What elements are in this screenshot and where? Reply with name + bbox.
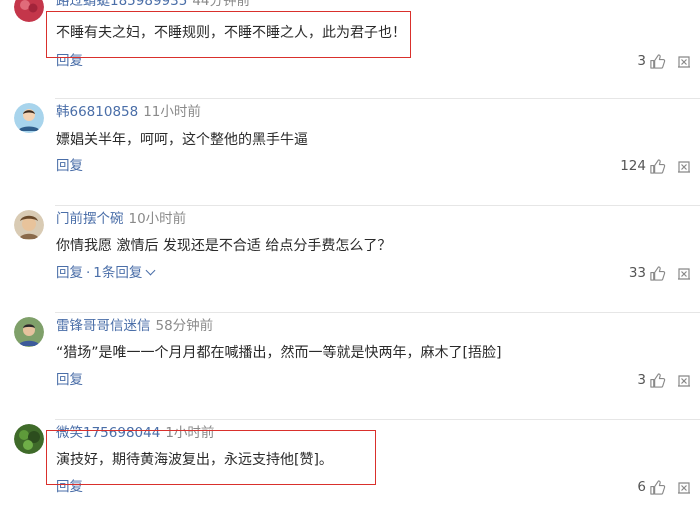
- user-avatar[interactable]: [14, 317, 44, 347]
- view-replies-label: 1条回复: [93, 265, 143, 281]
- comment-actions: 回复: [56, 157, 83, 175]
- thumbs-up-icon: [650, 265, 666, 281]
- view-replies-button[interactable]: 1条回复: [93, 265, 156, 281]
- highlight-box: [46, 11, 411, 58]
- comment-text: “猎场”是唯一一个月月都在喊播出，然而一等就是快两年，麻木了[捂脸]: [56, 345, 502, 361]
- thumbs-up-icon: [650, 479, 666, 495]
- like-count: 3: [637, 53, 646, 69]
- comment-time: 44分钟前: [192, 0, 250, 9]
- comment-time: 11小时前: [143, 104, 201, 120]
- like-button[interactable]: 6: [637, 478, 666, 496]
- user-avatar[interactable]: [14, 424, 44, 454]
- report-icon: [678, 268, 690, 280]
- user-avatar[interactable]: [14, 210, 44, 240]
- report-icon: [678, 375, 690, 387]
- report-button[interactable]: [677, 159, 691, 173]
- comment-item: 门前摆个碗 10小时前 你情我愿 激情后 发现还是不合适 给点分手费怎么了？ 回复…: [0, 206, 700, 313]
- like-count: 3: [637, 372, 646, 388]
- highlight-box: [46, 430, 376, 485]
- like-count: 6: [637, 479, 646, 495]
- like-button[interactable]: 124: [620, 157, 666, 175]
- comment-meta: 雷锋哥哥信迷信 58分钟前: [56, 317, 213, 335]
- comment-item: 韩66810858 11小时前 嫖娼关半年，呵呵，这个整他的黑手牛逼 回复 124: [0, 99, 700, 206]
- reply-button[interactable]: 回复: [56, 158, 83, 174]
- like-button[interactable]: 33: [629, 264, 666, 282]
- comment-text: 嫖娼关半年，呵呵，这个整他的黑手牛逼: [56, 132, 308, 148]
- username-link[interactable]: 韩66810858: [56, 104, 138, 120]
- separator-dot: ·: [86, 265, 91, 281]
- like-count: 33: [628, 265, 646, 281]
- thumbs-up-icon: [650, 158, 666, 174]
- report-button[interactable]: [677, 480, 691, 494]
- comment-text: 你情我愿 激情后 发现还是不合适 给点分手费怎么了？: [56, 238, 392, 254]
- thumbs-up-icon: [650, 372, 666, 388]
- report-icon: [678, 482, 690, 494]
- user-avatar[interactable]: [14, 0, 44, 22]
- thumbs-up-icon: [650, 53, 666, 69]
- like-button[interactable]: 3: [637, 371, 666, 389]
- comment-actions: 回复: [56, 371, 83, 389]
- username-link[interactable]: 雷锋哥哥信迷信: [56, 318, 151, 334]
- report-button[interactable]: [677, 266, 691, 280]
- reply-button[interactable]: 回复: [56, 372, 83, 388]
- comment-meta: 门前摆个碗 10小时前: [56, 210, 186, 228]
- chevron-down-icon: [145, 265, 156, 276]
- report-button[interactable]: [677, 54, 691, 68]
- like-button[interactable]: 3: [637, 52, 666, 70]
- comment-time: 10小时前: [128, 211, 187, 227]
- report-icon: [678, 56, 690, 68]
- like-count: 124: [620, 158, 646, 174]
- comment-meta: 韩66810858 11小时前: [56, 103, 201, 121]
- report-icon: [678, 161, 690, 173]
- username-link[interactable]: 路过蜻蜓185989935: [56, 0, 187, 9]
- username-link[interactable]: 门前摆个碗: [56, 211, 124, 227]
- comment-meta: 路过蜻蜓185989935 44分钟前: [56, 0, 250, 10]
- report-button[interactable]: [677, 373, 691, 387]
- user-avatar[interactable]: [14, 103, 44, 133]
- comment-item: 雷锋哥哥信迷信 58分钟前 “猎场”是唯一一个月月都在喊播出，然而一等就是快两年，…: [0, 313, 700, 420]
- reply-button[interactable]: 回复: [56, 265, 83, 281]
- comment-time: 58分钟前: [155, 318, 214, 334]
- comment-actions: 回复 · 1条回复: [56, 264, 156, 282]
